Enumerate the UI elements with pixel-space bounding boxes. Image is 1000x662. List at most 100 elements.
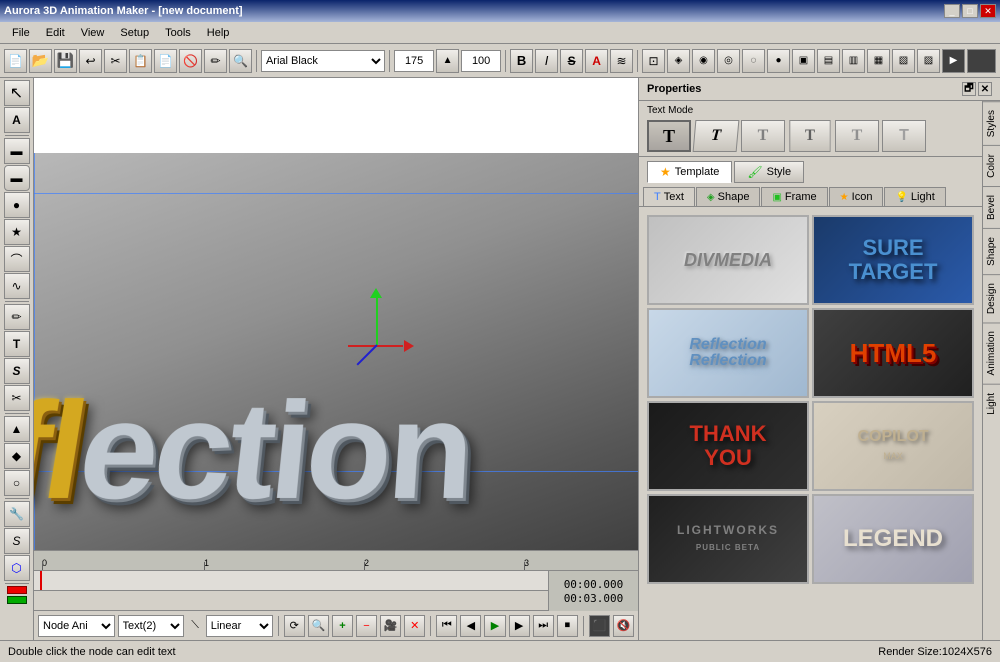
text-mode-btn-3[interactable]: T [741,120,785,152]
style-item-divmedia[interactable]: DIVMEDIA [647,215,809,305]
timeline-bar[interactable]: 00:00.000 00:03.000 [34,571,638,591]
minimize-button[interactable]: _ [944,4,960,18]
bold-button[interactable]: B [510,49,533,73]
s-tool[interactable]: S [4,528,30,554]
align-button[interactable]: ⊡ [642,49,665,73]
text-mode-btn-1[interactable]: T [647,120,691,152]
shape-tool[interactable]: S [4,358,30,384]
template-tab[interactable]: ★ Template [647,161,732,183]
sub-tab-light[interactable]: 💡 Light [884,187,945,206]
close-anim-button[interactable]: ✕ [404,615,425,637]
skip-back-button[interactable]: ⏮ [436,615,457,637]
star-tool[interactable]: ★ [4,219,30,245]
text-mode-btn-6[interactable]: T [882,120,926,152]
window-controls[interactable]: _ □ ✕ [944,4,996,18]
style5-button[interactable]: ● [767,49,790,73]
sub-tab-frame[interactable]: ▣ Frame [761,187,827,206]
loop-button[interactable]: ⬛ [589,615,610,637]
style-grid-container[interactable]: DIVMEDIA SURETARGET ReflectionReflection [639,207,982,640]
close-button[interactable]: ✕ [980,4,996,18]
render-button[interactable]: ▶ [942,49,965,73]
scissor-tool[interactable]: ✂ [4,385,30,411]
diamond-tool[interactable]: ◆ [4,443,30,469]
refresh-button[interactable]: ⟳ [284,615,305,637]
indicator2[interactable] [7,596,27,604]
style-item-reflection[interactable]: ReflectionReflection [647,308,809,398]
circle-outline-tool[interactable]: ○ [4,470,30,496]
style-item-suretarget[interactable]: SURETARGET [812,215,974,305]
linear-combo[interactable]: Linear [206,615,273,637]
style7-button[interactable]: ▤ [817,49,840,73]
style-item-legend[interactable]: LEGEND [812,494,974,584]
style6-button[interactable]: ▣ [792,49,815,73]
font-size-input[interactable] [394,50,434,72]
right-tab-design[interactable]: Design [983,274,1000,322]
strikethrough-button[interactable]: S [560,49,583,73]
curve-tool[interactable]: ∿ [4,273,30,299]
ellipse-tool[interactable]: ● [4,192,30,218]
canvas-area[interactable]: flection [34,78,638,550]
step-forward-button[interactable]: ▶ [509,615,530,637]
search-anim-button[interactable]: 🔍 [308,615,329,637]
triangle-tool[interactable]: ▲ [4,416,30,442]
zoom-button[interactable]: 🔍 [229,49,252,73]
style2-button[interactable]: ◉ [692,49,715,73]
extra-button[interactable]: ≋ [610,49,633,73]
menu-edit[interactable]: Edit [38,25,73,41]
add-keyframe-button[interactable]: + [332,615,353,637]
indicator1[interactable] [7,586,27,594]
type-tool[interactable]: T [4,331,30,357]
font-size-up[interactable]: ▲ [436,49,459,73]
undo-button[interactable]: ↩ [79,49,102,73]
style8-button[interactable]: ▥ [842,49,865,73]
right-tab-shape[interactable]: Shape [983,228,1000,274]
style10-button[interactable]: ▧ [892,49,915,73]
step-back-button[interactable]: ◀ [460,615,481,637]
style-item-thankyou[interactable]: THANKYOU [647,401,809,491]
pencil-button[interactable]: ✏ [204,49,227,73]
right-tab-animation[interactable]: Animation [983,322,1000,383]
panel-close-button[interactable]: ✕ [978,82,992,96]
wrench-tool[interactable]: 🔧 [4,501,30,527]
select-tool[interactable]: ↖ [4,80,30,106]
right-tab-light[interactable]: Light [983,384,1000,423]
sub-tab-text[interactable]: T Text [643,187,695,206]
open-button[interactable]: 📂 [29,49,52,73]
text-mode-btn-2[interactable]: T [693,120,740,152]
sub-tab-shape[interactable]: ◈ Shape [696,187,761,206]
color-swatch[interactable] [967,49,996,73]
menu-tools[interactable]: Tools [157,25,199,41]
right-tab-bevel[interactable]: Bevel [983,186,1000,228]
hex-tool[interactable]: ⬡ [4,555,30,581]
pen-tool[interactable]: ✏ [4,304,30,330]
sub-tab-icon[interactable]: ★ Icon [829,187,884,206]
new-button[interactable]: 📄 [4,49,27,73]
right-tab-styles[interactable]: Styles [983,101,1000,145]
menu-help[interactable]: Help [199,25,238,41]
play-button[interactable]: ▶ [484,615,505,637]
style-item-copilot[interactable]: COPILOTMAX [812,401,974,491]
style-tab[interactable]: 🖌 Style [734,161,804,183]
arc-tool[interactable]: ⌒ [4,246,30,272]
text-tool[interactable]: A [4,107,30,133]
copy-button[interactable]: 📋 [129,49,152,73]
rect-tool[interactable]: ▬ [4,138,30,164]
italic-button[interactable]: I [535,49,558,73]
text-combo[interactable]: Text(2) [118,615,185,637]
panel-restore-button[interactable]: 🗗 [962,82,976,96]
text-mode-btn-4[interactable]: T [789,120,830,152]
menu-setup[interactable]: Setup [112,25,157,41]
node-ani-combo[interactable]: Node Ani [38,615,115,637]
maximize-button[interactable]: □ [962,4,978,18]
save-button[interactable]: 💾 [54,49,77,73]
mute-button[interactable]: 🔇 [613,615,634,637]
style1-button[interactable]: ◈ [667,49,690,73]
style4-button[interactable]: ◌ [742,49,765,73]
style-item-lightworks[interactable]: LIGHTWORKSPUBLIC BETA [647,494,809,584]
style11-button[interactable]: ▨ [917,49,940,73]
remove-keyframe-button[interactable]: − [356,615,377,637]
style3-button[interactable]: ◎ [717,49,740,73]
menu-file[interactable]: File [4,25,38,41]
style9-button[interactable]: ▦ [867,49,890,73]
timeline-playhead[interactable] [40,571,42,590]
